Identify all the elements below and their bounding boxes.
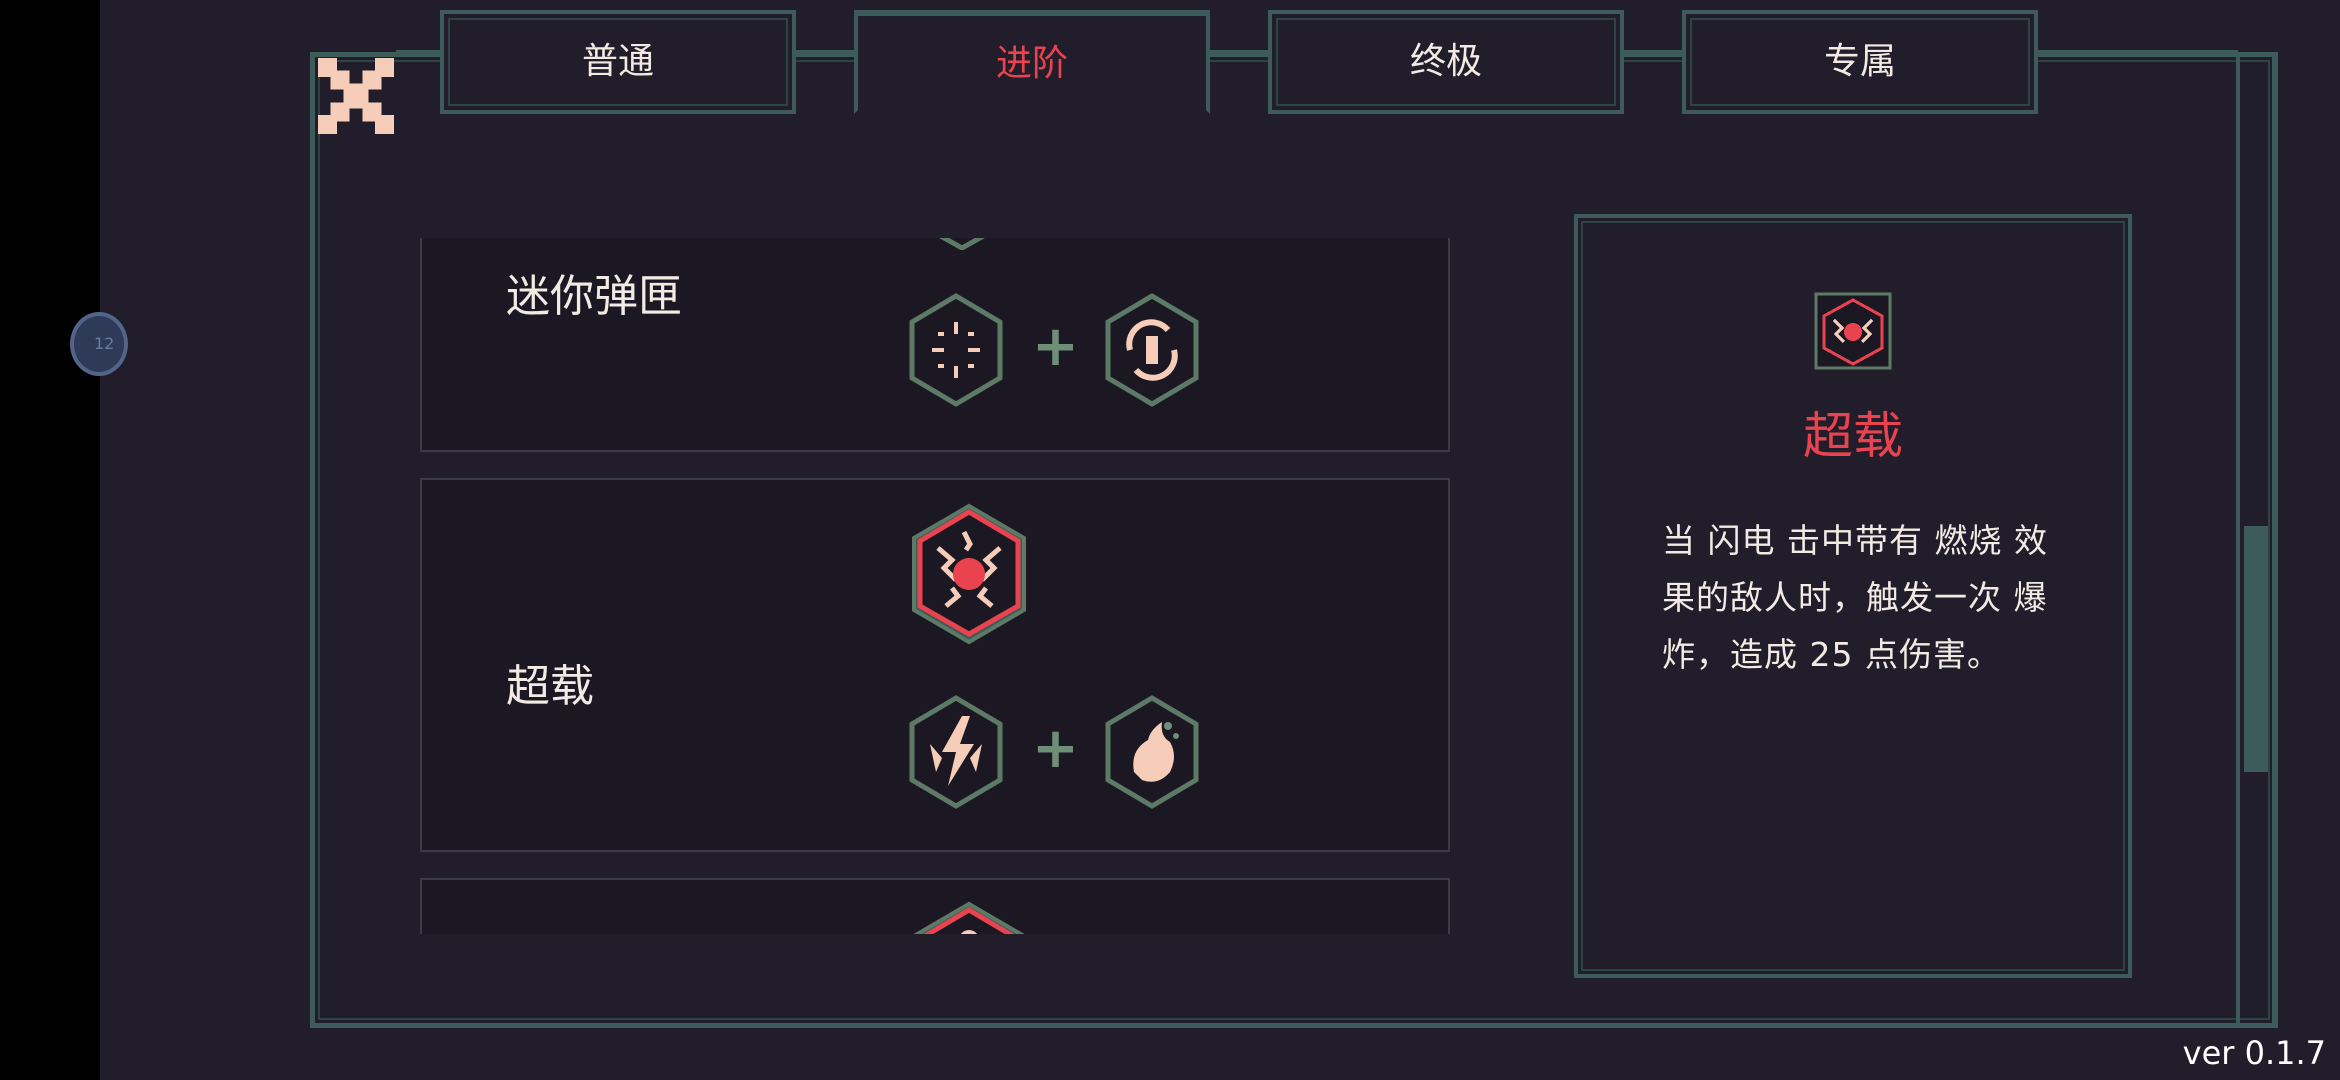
tab-exclusive[interactable]: 专属 <box>1682 10 2038 114</box>
overload-icon[interactable] <box>908 502 1030 648</box>
recipe-card[interactable]: 迷你弹匣 + <box>420 238 1450 452</box>
plus-sign: + <box>1032 716 1079 781</box>
detail-title: 超载 <box>1803 407 1903 465</box>
close-icon[interactable] <box>318 58 394 134</box>
floating-bubble[interactable]: 12 <box>70 312 128 376</box>
next-recipe-icon[interactable] <box>908 900 1030 934</box>
tab-normal[interactable]: 普通 <box>440 10 796 114</box>
version-label: ver 0.1.7 <box>2182 1034 2326 1072</box>
reload-cycle-icon[interactable] <box>1104 292 1200 408</box>
tab-connector <box>1624 50 1684 54</box>
mini-magazine-icon[interactable] <box>902 238 1022 250</box>
tab-ultimate[interactable]: 终极 <box>1268 10 1624 114</box>
recipe-name: 超载 <box>506 661 594 712</box>
overload-icon <box>1814 292 1892 370</box>
left-system-bar <box>0 0 100 1080</box>
scrollbar-thumb[interactable] <box>2244 526 2268 772</box>
lightning-icon[interactable] <box>908 694 1004 810</box>
recipe-list[interactable]: 迷你弹匣 + 超载 + <box>420 238 1450 934</box>
fire-icon[interactable] <box>1104 694 1200 810</box>
tab-connector <box>1210 50 1270 54</box>
tab-connector <box>796 50 856 54</box>
recipe-card[interactable] <box>420 878 1450 934</box>
detail-description: 当 闪电 击中带有 燃烧 效果的敌人时，触发一次 爆炸，造成 25 点伤害。 <box>1662 521 2048 674</box>
tab-advanced[interactable]: 进阶 <box>854 10 1210 114</box>
recipe-card[interactable]: 超载 + <box>420 478 1450 852</box>
recipe-name: 迷你弹匣 <box>506 271 682 322</box>
spread-shot-icon[interactable] <box>908 292 1004 408</box>
tab-connector <box>396 50 442 54</box>
tab-connector <box>2038 50 2238 54</box>
plus-sign: + <box>1032 314 1079 379</box>
